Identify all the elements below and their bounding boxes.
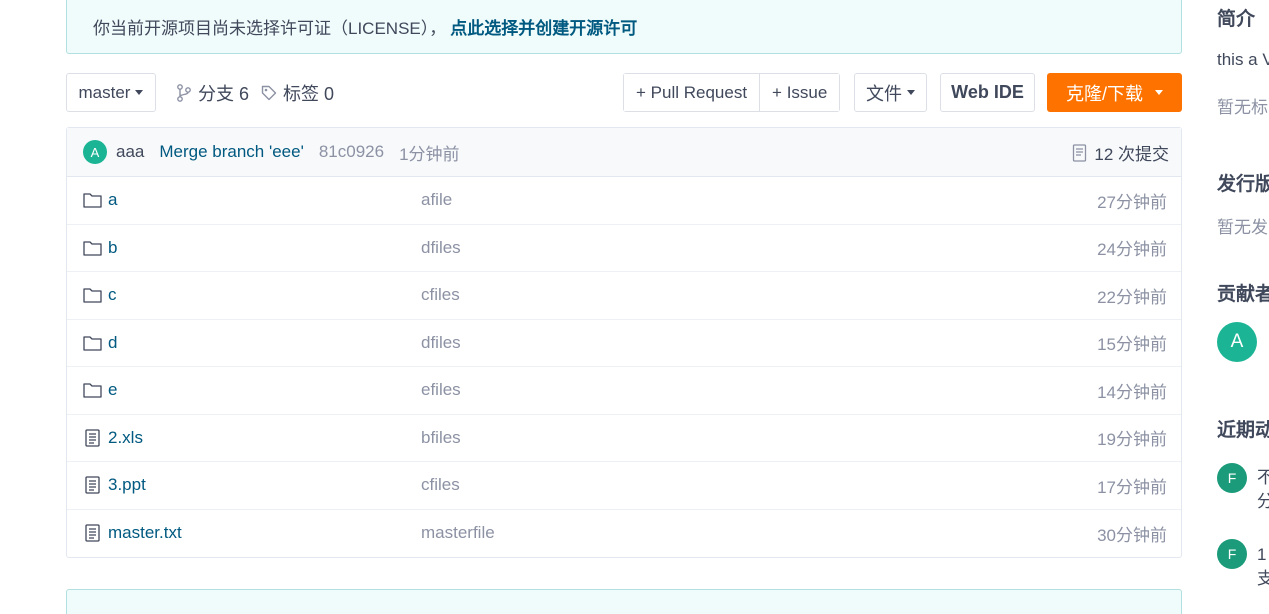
file-name: e	[108, 380, 118, 400]
file-commit-message[interactable]: bfiles	[421, 428, 461, 448]
branches-count: 分支 6	[198, 83, 250, 104]
folder-icon	[83, 336, 102, 351]
branch-select-label: master	[78, 82, 131, 102]
table-row: c cfiles 22分钟前	[67, 272, 1181, 320]
commit-author[interactable]: aaa	[116, 142, 144, 162]
table-row: d dfiles 15分钟前	[67, 320, 1181, 367]
commit-count: 12 次提交	[1094, 145, 1169, 164]
activity-line: 支	[1257, 569, 1269, 588]
file-time: 19分钟前	[1097, 430, 1167, 450]
contributors-title[interactable]: 贡献者	[1217, 279, 1269, 306]
chevron-down-icon	[907, 90, 915, 95]
file-table: A aaa Merge branch 'eee' 81c0926 1分钟前 12…	[66, 127, 1182, 558]
file-name-link[interactable]: master.txt	[83, 523, 182, 543]
branches-link[interactable]: 分支 6	[176, 73, 249, 112]
tags-link[interactable]: 标签 0	[261, 73, 334, 112]
folder-icon	[83, 288, 102, 303]
table-row: 2.xls bfiles 19分钟前	[67, 415, 1181, 462]
release-empty-text: 暂无发	[1217, 218, 1268, 237]
file-time: 15分钟前	[1097, 335, 1167, 355]
web-ide-button[interactable]: Web IDE	[940, 73, 1035, 112]
file-commit-message[interactable]: afile	[421, 190, 452, 210]
file-menu-label: 文件	[866, 83, 902, 104]
intro-title: 简介	[1217, 9, 1256, 30]
clone-download-label: 克隆/下载	[1065, 83, 1143, 104]
table-row: b dfiles 24分钟前	[67, 225, 1181, 272]
commit-count-link[interactable]: 12 次提交	[1072, 128, 1169, 177]
file-name: b	[108, 237, 118, 257]
file-commit-message[interactable]: efiles	[421, 380, 461, 400]
folder-icon	[83, 241, 102, 256]
file-icon	[85, 524, 100, 542]
file-name: c	[108, 285, 117, 305]
avatar[interactable]: F	[1217, 463, 1247, 493]
file-name: 3.ppt	[108, 475, 146, 495]
folder-icon	[83, 193, 102, 208]
file-time: 22分钟前	[1097, 287, 1167, 307]
avatar[interactable]: F	[1217, 539, 1247, 569]
license-banner: 你当前开源项目尚未选择许可证（LICENSE）， 点此选择并创建开源许可	[66, 0, 1182, 54]
file-icon	[85, 476, 100, 494]
license-message: 你当前开源项目尚未选择许可证（LICENSE），	[93, 18, 447, 38]
table-row: e efiles 14分钟前	[67, 367, 1181, 415]
file-time: 30分钟前	[1097, 525, 1167, 545]
tag-icon	[261, 85, 277, 100]
file-time: 14分钟前	[1097, 382, 1167, 402]
chevron-down-icon	[1155, 90, 1163, 95]
file-name: d	[108, 332, 118, 352]
clone-download-button[interactable]: 克隆/下载	[1047, 73, 1182, 112]
readme-banner	[66, 589, 1182, 614]
new-issue-button[interactable]: + Issue	[759, 74, 840, 111]
file-name: a	[108, 190, 118, 210]
table-row: a afile 27分钟前	[67, 177, 1181, 225]
repo-toolbar: master 分支 6 标签 0 + Pull Request + Issue …	[66, 73, 1182, 113]
commits-icon	[1073, 143, 1087, 162]
tags-empty-text: 暂无标	[1217, 98, 1268, 117]
file-name-link[interactable]: e	[83, 380, 117, 400]
file-icon	[85, 429, 100, 447]
activity-title: 近期动	[1217, 420, 1269, 441]
file-name-link[interactable]: 3.ppt	[83, 475, 146, 495]
activity-line: 不	[1257, 468, 1269, 487]
file-commit-message[interactable]: masterfile	[421, 523, 495, 543]
file-commit-message[interactable]: cfiles	[421, 285, 460, 305]
file-name-link[interactable]: c	[83, 285, 117, 305]
table-row: 3.ppt cfiles 17分钟前	[67, 462, 1181, 510]
commit-time: 1分钟前	[399, 144, 460, 164]
file-commit-message[interactable]: cfiles	[421, 475, 460, 495]
file-commit-message[interactable]: dfiles	[421, 238, 461, 258]
avatar[interactable]: A	[1217, 322, 1257, 362]
file-name-link[interactable]: b	[83, 238, 117, 258]
file-name: 2.xls	[108, 427, 143, 447]
file-commit-message[interactable]: dfiles	[421, 333, 461, 353]
latest-commit-row: A aaa Merge branch 'eee' 81c0926 1分钟前 12…	[67, 128, 1181, 177]
new-pull-request-button[interactable]: + Pull Request	[624, 74, 760, 111]
chevron-down-icon	[135, 90, 144, 95]
tags-count: 标签 0	[283, 83, 335, 104]
folder-icon	[83, 383, 102, 398]
activity-line: 分	[1257, 492, 1269, 511]
file-name-link[interactable]: a	[83, 190, 117, 210]
file-menu-button[interactable]: 文件	[854, 73, 927, 112]
table-row: master.txt masterfile 30分钟前	[67, 510, 1181, 558]
commit-sha[interactable]: 81c0926	[319, 142, 384, 162]
file-time: 24分钟前	[1097, 240, 1167, 260]
create-license-link[interactable]: 点此选择并创建开源许可	[450, 14, 637, 39]
branch-select[interactable]: master	[66, 73, 156, 112]
file-name-link[interactable]: d	[83, 333, 117, 353]
file-name: master.txt	[108, 523, 182, 543]
file-time: 17分钟前	[1097, 477, 1167, 497]
intro-text: this a V	[1217, 50, 1269, 69]
branch-icon	[177, 83, 191, 102]
file-time: 27分钟前	[1097, 192, 1167, 212]
repo-sidebar: 简介 this a V 暂无标 发行版 暂无发 贡献者 A 近期动 F 不 分 …	[1217, 0, 1269, 614]
pr-issue-group: + Pull Request + Issue	[623, 73, 841, 112]
commit-message[interactable]: Merge branch 'eee'	[159, 142, 303, 162]
file-name-link[interactable]: 2.xls	[83, 428, 143, 448]
release-title[interactable]: 发行版	[1217, 169, 1269, 196]
activity-line: 1	[1257, 545, 1267, 564]
avatar[interactable]: A	[83, 140, 107, 164]
